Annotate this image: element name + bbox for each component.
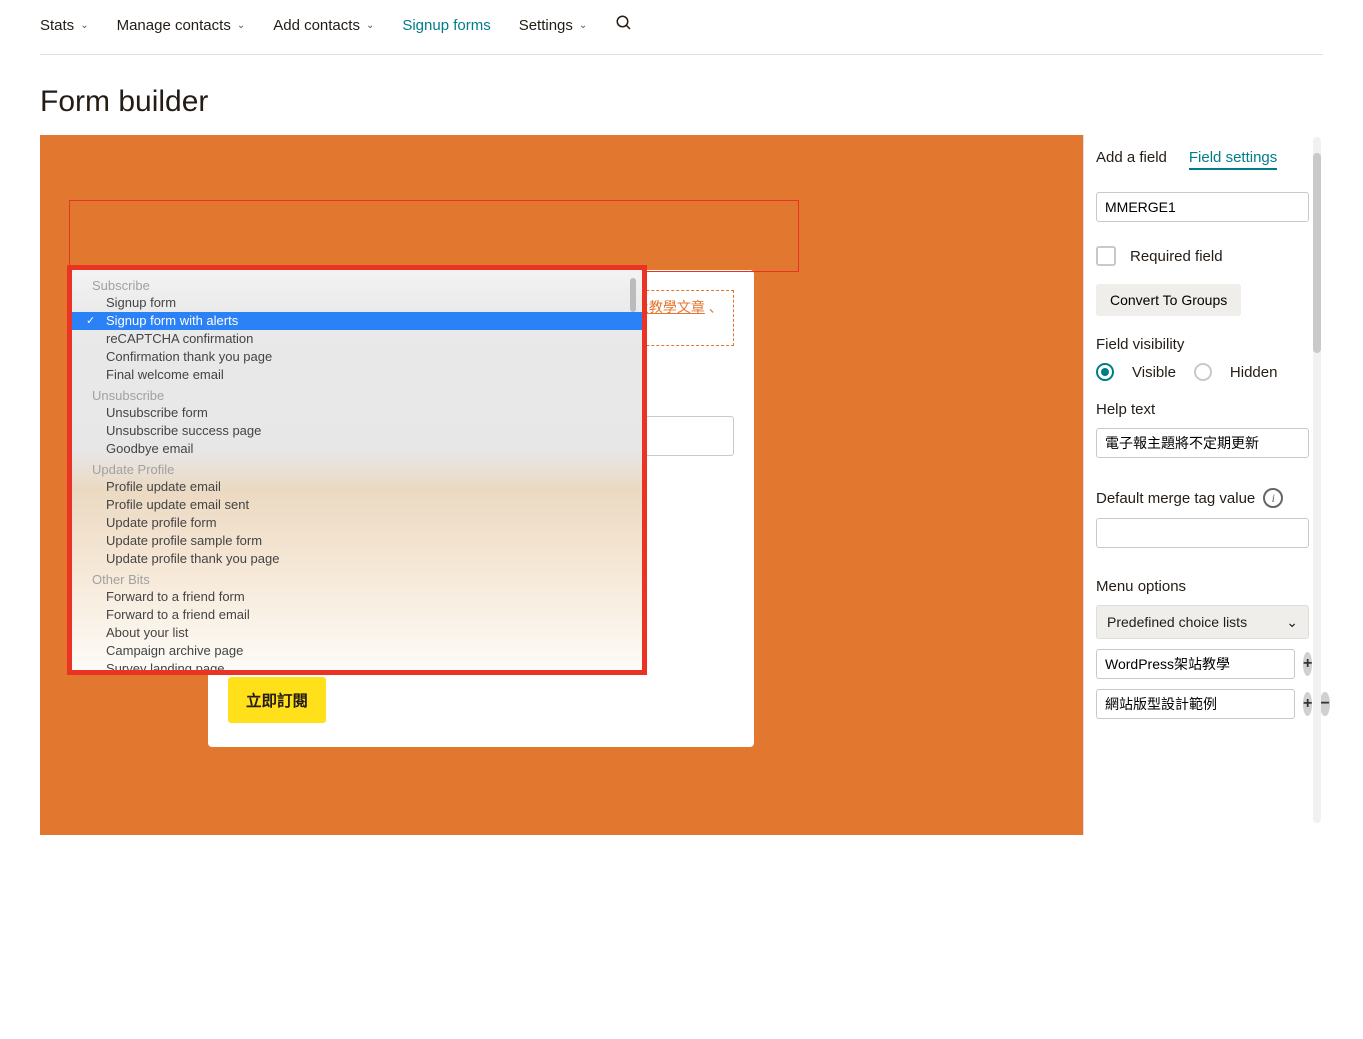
nav-signup-label: Signup forms [402,17,490,34]
dropdown-item[interactable]: Signup form with alerts [72,312,642,330]
add-option-button[interactable]: + [1303,652,1312,676]
dropdown-item[interactable]: Survey landing page [72,660,642,672]
predefined-lists-select[interactable]: Predefined choice lists ⌄ [1096,605,1309,639]
dropdown-item[interactable]: Profile update email sent [72,496,642,514]
dropdown-item[interactable]: About your list [72,624,642,642]
dropdown-item[interactable]: Update profile form [72,514,642,532]
dropdown-item[interactable]: Goodbye email [72,440,642,458]
field-settings-panel: Add a field Field settings Required fiel… [1083,135,1323,835]
dropdown-scrollbar[interactable] [630,278,636,312]
remove-option-button[interactable]: − [1320,692,1329,716]
chevron-down-icon: ⌄ [1286,614,1298,631]
dropdown-item[interactable]: Confirmation thank you page [72,348,642,366]
chevron-down-icon: ⌄ [237,20,245,31]
nav-signup-forms[interactable]: Signup forms [402,17,490,34]
visibility-visible-radio[interactable] [1096,363,1114,381]
dropdown-item[interactable]: Forward to a friend email [72,606,642,624]
highlight-outline [69,200,799,272]
required-label: Required field [1130,248,1223,265]
page-title: Form builder [40,85,1323,119]
tab-add-field[interactable]: Add a field [1096,149,1167,170]
nav-stats-label: Stats [40,17,74,34]
dropdown-item[interactable]: Campaign archive page [72,642,642,660]
merge-tag-input[interactable] [1096,192,1309,222]
visibility-hidden-radio[interactable] [1194,363,1212,381]
default-merge-heading: Default merge tag value [1096,490,1255,507]
subscribe-button[interactable]: 立即訂閱 [228,677,326,723]
help-text-input[interactable] [1096,428,1309,458]
menu-option-2-input[interactable] [1096,689,1295,719]
dropdown-group-label: Update Profile [72,458,642,478]
chevron-down-icon: ⌄ [579,20,587,31]
dropdown-item[interactable]: Forward to a friend form [72,588,642,606]
tab-field-settings[interactable]: Field settings [1189,149,1277,170]
menu-options-heading: Menu options [1096,578,1309,595]
convert-to-groups-button[interactable]: Convert To Groups [1096,284,1241,316]
visibility-hidden-label: Hidden [1230,364,1278,381]
dropdown-item[interactable]: Unsubscribe success page [72,422,642,440]
nav-settings-label: Settings [519,17,573,34]
search-icon[interactable] [615,14,633,36]
top-nav: Stats ⌄ Manage contacts ⌄ Add contacts ⌄ Si… [40,0,1323,55]
dropdown-group-label: Subscribe [72,274,642,294]
dropdown-item[interactable]: Signup form [72,294,642,312]
visibility-visible-label: Visible [1132,364,1176,381]
dropdown-item[interactable]: Update profile sample form [72,532,642,550]
predefined-lists-label: Predefined choice lists [1107,614,1247,630]
default-merge-input[interactable] [1096,518,1309,548]
chevron-down-icon: ⌄ [80,20,88,31]
sidebar-scrollbar[interactable] [1313,137,1321,823]
nav-add-contacts[interactable]: Add contacts ⌄ [273,17,374,34]
nav-settings[interactable]: Settings ⌄ [519,17,588,34]
menu-option-1-input[interactable] [1096,649,1295,679]
dropdown-item[interactable]: reCAPTCHA confirmation [72,330,642,348]
add-option-button[interactable]: + [1303,692,1312,716]
dropdown-item[interactable]: Profile update email [72,478,642,496]
info-icon[interactable]: i [1263,488,1283,508]
help-text-heading: Help text [1096,401,1309,418]
dropdown-item[interactable]: Unsubscribe form [72,404,642,422]
dropdown-item[interactable]: Update profile thank you page [72,550,642,568]
field-visibility-heading: Field visibility [1096,336,1309,353]
desc-separator: 、 [709,299,723,315]
nav-stats[interactable]: Stats ⌄ [40,17,89,34]
form-select-dropdown[interactable]: SubscribeSignup formSignup form with ale… [67,265,647,675]
dropdown-group-label: Unsubscribe [72,384,642,404]
dropdown-group-label: Other Bits [72,568,642,588]
nav-add-label: Add contacts [273,17,360,34]
chevron-down-icon: ⌄ [366,20,374,31]
nav-manage-label: Manage contacts [117,17,231,34]
dropdown-item[interactable]: Final welcome email [72,366,642,384]
required-checkbox[interactable] [1096,246,1116,266]
nav-manage-contacts[interactable]: Manage contacts ⌄ [117,17,246,34]
